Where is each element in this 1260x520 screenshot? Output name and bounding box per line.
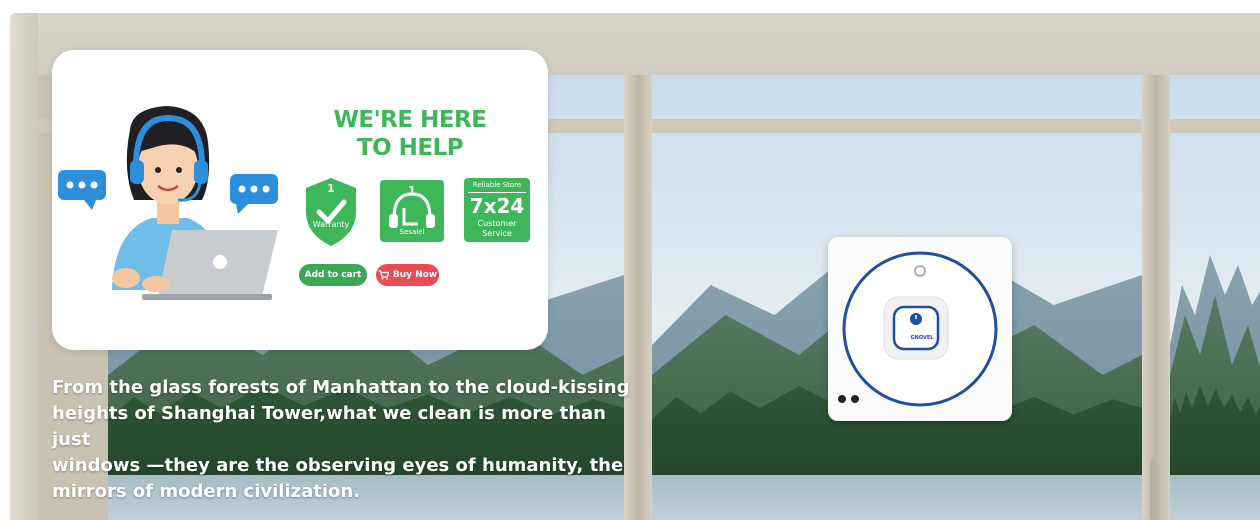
help-card: WE'RE HERE TO HELP 1 Warranty 1 Sesalel [52,50,548,350]
help-title: WE'RE HERE TO HELP [310,106,510,162]
caption-line: From the glass forests of Manhattan to t… [52,377,630,398]
badge-label: Sesalel [399,228,425,236]
support-agent-illustration [58,106,278,300]
badge-number: 1 [408,184,416,197]
badge-number: 1 [327,182,335,195]
robot-brand-logo: GNOVEL [910,335,934,341]
service-badge: Reliable Store 7x24 Customer Service [464,178,530,242]
chat-bubble-icon [58,170,106,210]
window-pane-right [1170,75,1260,520]
robot-illustration [838,251,998,407]
window-cleaning-robot: GNOVEL [828,237,1012,421]
add-to-cart-label: Add to cart [304,270,362,280]
hero-banner: WE'RE HERE TO HELP 1 Warranty 1 Sesalel [10,13,1260,520]
badge-label: Service [482,229,512,238]
badge-top-label: Reliable Store [472,181,522,189]
buy-now-button[interactable]: Buy Now [376,264,439,286]
chat-bubble-icon [230,174,278,214]
warranty-badge: 1 Warranty [302,176,360,248]
wall-left [10,13,38,520]
window-handle [1150,460,1156,520]
clock-badge-icon [468,192,526,193]
badge-big-text: 7x24 [469,194,525,218]
add-to-cart-button[interactable]: Add to cart [299,264,367,286]
cart-icon [378,270,389,280]
caption-line: heights of Shanghai Tower,what we clean … [52,403,606,450]
help-title-line: TO HELP [356,135,464,161]
badge-label: Customer [477,219,517,228]
caption-line: mirrors of modern civilization. [52,481,361,502]
help-title-line: WE'RE HERE [333,107,487,133]
caption-text: From the glass forests of Manhattan to t… [52,375,642,505]
buy-now-label: Buy Now [392,270,438,280]
support-badge: 1 Sesalel [380,180,444,242]
caption-line: windows —they are the observing eyes of … [52,455,624,476]
window-mullion [1142,75,1170,520]
badge-label: Warranty [312,220,350,229]
